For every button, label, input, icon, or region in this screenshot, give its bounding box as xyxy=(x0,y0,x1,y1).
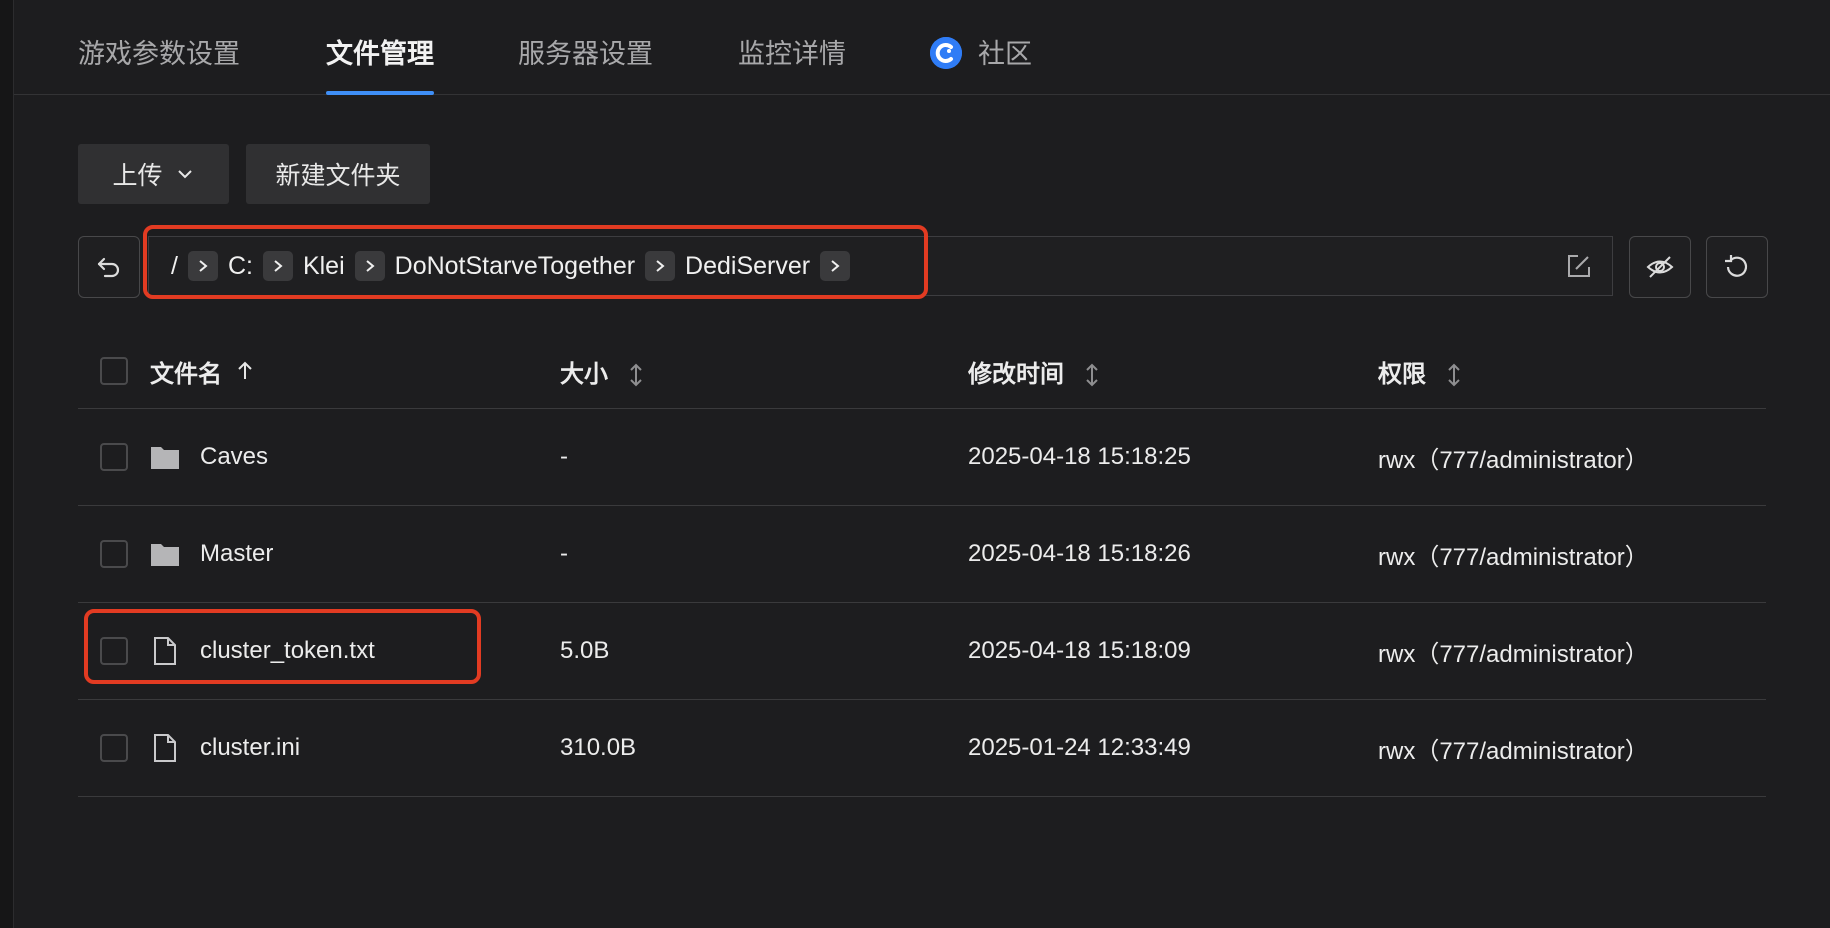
file-name[interactable]: Master xyxy=(200,540,273,568)
tab-community-label: 社区 xyxy=(978,39,1032,69)
file-modified: 2025-04-18 15:18:26 xyxy=(968,540,1191,567)
breadcrumb: / C: Klei DoNotStarveTogether DediServer xyxy=(171,237,860,295)
back-button[interactable] xyxy=(78,236,140,298)
file-modified: 2025-04-18 15:18:25 xyxy=(968,443,1191,470)
file-size: 5.0B xyxy=(560,637,610,664)
table-row[interactable]: Master - 2025-04-18 15:18:26 rwx（777/adm… xyxy=(78,506,1766,603)
left-edge xyxy=(0,0,14,928)
breadcrumb-root[interactable]: / xyxy=(171,252,178,281)
row-checkbox[interactable] xyxy=(100,443,128,471)
upload-button-label: 上传 xyxy=(112,162,163,190)
chevron-right-icon xyxy=(187,251,218,281)
chevron-down-icon xyxy=(177,170,192,179)
chevron-right-icon xyxy=(354,251,385,281)
file-size: - xyxy=(560,540,568,567)
table-header: 文件名 大小 修改时间 权限 xyxy=(78,334,1766,409)
table-row[interactable]: cluster.ini 310.0B 2025-01-24 12:33:49 r… xyxy=(78,700,1766,797)
tab-monitor-details[interactable]: 监控详情 xyxy=(738,32,846,94)
file-permissions: rwx（777/administrator） xyxy=(1378,640,1649,668)
column-label: 修改时间 xyxy=(968,360,1064,388)
tab-game-settings[interactable]: 游戏参数设置 xyxy=(78,32,240,94)
file-icon xyxy=(150,733,180,763)
community-logo-icon xyxy=(930,37,962,69)
path-breadcrumb-bar[interactable]: / C: Klei DoNotStarveTogether DediServer xyxy=(148,236,1613,296)
sort-ascending-icon xyxy=(238,361,252,379)
file-size: - xyxy=(560,443,568,470)
file-name[interactable]: Caves xyxy=(200,443,268,471)
tab-bar: 游戏参数设置 文件管理 服务器设置 监控详情 社区 xyxy=(14,0,1830,95)
new-folder-button-label: 新建文件夹 xyxy=(275,162,401,190)
row-checkbox[interactable] xyxy=(100,540,128,568)
chevron-right-icon xyxy=(645,251,676,281)
file-name[interactable]: cluster_token.txt xyxy=(200,637,375,665)
row-checkbox[interactable] xyxy=(100,637,128,665)
tab-community[interactable]: 社区 xyxy=(930,32,1032,94)
file-permissions: rwx（777/administrator） xyxy=(1378,446,1649,474)
table-row[interactable]: cluster_token.txt 5.0B 2025-04-18 15:18:… xyxy=(78,603,1766,700)
refresh-icon xyxy=(1725,255,1748,277)
tab-file-management[interactable]: 文件管理 xyxy=(326,32,434,95)
breadcrumb-segment[interactable]: DediServer xyxy=(685,252,810,281)
breadcrumb-segment[interactable]: Klei xyxy=(303,252,345,281)
folder-icon xyxy=(150,541,180,567)
breadcrumb-segment[interactable]: C: xyxy=(228,252,253,281)
file-icon xyxy=(150,636,180,666)
file-size: 310.0B xyxy=(560,734,637,761)
edit-path-icon[interactable] xyxy=(1564,251,1594,286)
undo-arrow-icon xyxy=(97,257,120,278)
chevron-right-icon xyxy=(262,251,293,281)
file-table: 文件名 大小 修改时间 权限 Caves - 2025-04-18 15:18:… xyxy=(78,334,1766,797)
column-header-size[interactable]: 大小 xyxy=(560,354,645,389)
upload-button[interactable]: 上传 xyxy=(78,144,229,204)
file-permissions: rwx（777/administrator） xyxy=(1378,737,1649,765)
sort-icon xyxy=(1447,363,1460,387)
column-header-modified[interactable]: 修改时间 xyxy=(968,354,1101,389)
breadcrumb-segment[interactable]: DoNotStarveTogether xyxy=(395,252,635,281)
file-name[interactable]: cluster.ini xyxy=(200,734,300,762)
column-header-name[interactable]: 文件名 xyxy=(150,354,256,389)
select-all-checkbox[interactable] xyxy=(100,357,128,385)
new-folder-button[interactable]: 新建文件夹 xyxy=(246,144,430,204)
row-checkbox[interactable] xyxy=(100,734,128,762)
sort-icon xyxy=(1085,363,1098,387)
column-label: 权限 xyxy=(1378,360,1426,388)
sort-icon xyxy=(629,363,642,387)
file-modified: 2025-01-24 12:33:49 xyxy=(968,734,1191,761)
column-label: 文件名 xyxy=(150,360,222,388)
refresh-button[interactable] xyxy=(1706,236,1768,298)
column-header-permissions[interactable]: 权限 xyxy=(1378,354,1463,389)
folder-icon xyxy=(150,444,180,470)
table-row[interactable]: Caves - 2025-04-18 15:18:25 rwx（777/admi… xyxy=(78,409,1766,506)
chevron-right-icon xyxy=(820,251,851,281)
tab-server-settings[interactable]: 服务器设置 xyxy=(518,32,653,94)
toggle-hidden-files-button[interactable] xyxy=(1629,236,1691,298)
file-manager-panel: 游戏参数设置 文件管理 服务器设置 监控详情 社区 上传 新建文件夹 / C: … xyxy=(14,0,1830,928)
file-modified: 2025-04-18 15:18:09 xyxy=(968,637,1191,664)
eye-off-icon xyxy=(1646,256,1674,278)
file-permissions: rwx（777/administrator） xyxy=(1378,543,1649,571)
column-label: 大小 xyxy=(560,360,608,388)
